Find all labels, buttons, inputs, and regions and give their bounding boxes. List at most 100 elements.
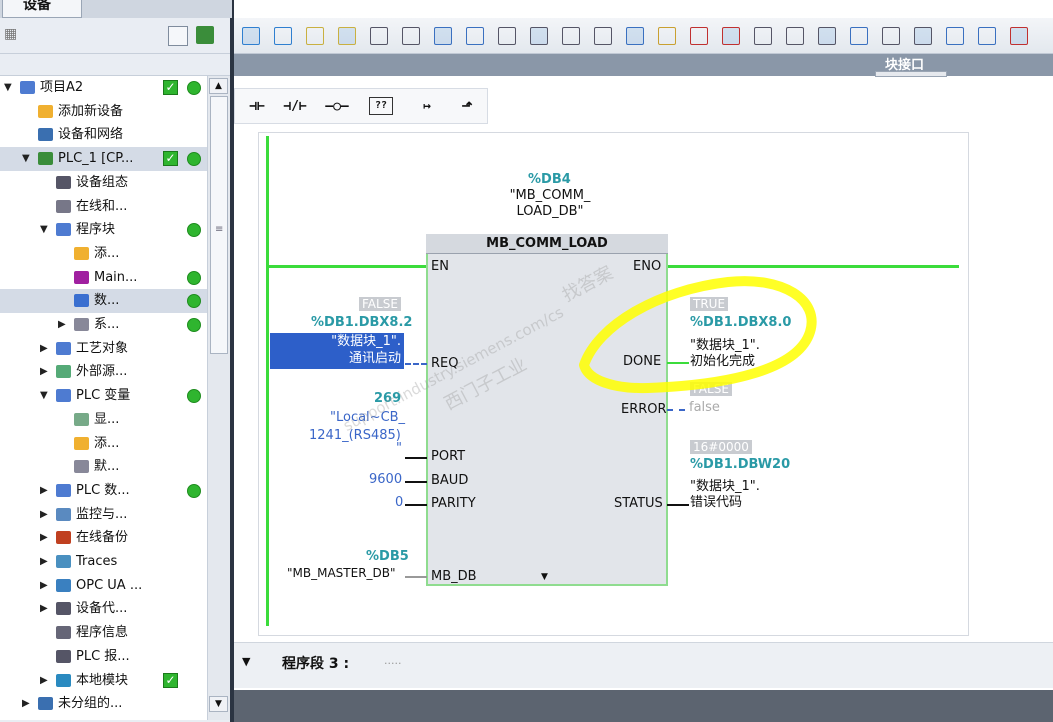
collapse-arrow-icon[interactable]: ▼ [22,147,30,170]
expand-arrow-icon[interactable]: ▶ [40,597,48,620]
tree-item[interactable]: 数... [0,289,207,313]
expand-arrow-icon[interactable]: ▶ [40,669,48,692]
tree-item[interactable]: ▶ 本地模块 ✓ [0,669,207,693]
tree-item[interactable]: 添加新设备 [0,100,207,124]
tree-item[interactable]: ▶ PLC 数... [0,479,207,503]
indent-icon[interactable] [850,27,868,45]
no-contact-icon[interactable]: ⊣⊢ [241,97,273,117]
tree-item[interactable]: 添... [0,242,207,266]
tree-item[interactable]: ▶ 外部源... [0,360,207,384]
paste-icon[interactable] [786,27,804,45]
show-favorites-icon[interactable] [466,27,484,45]
tree-item[interactable]: ▼ PLC_1 [CP... ✓ [0,147,207,171]
expand-block-icon[interactable]: ▼ [541,572,548,582]
expand-arrow-icon[interactable]: ▶ [22,692,30,715]
tree-item[interactable]: 添... [0,432,207,456]
tree-item[interactable]: 设备和网络 [0,123,207,147]
baud-value[interactable]: 9600 [369,472,402,487]
stop-icon[interactable] [1010,27,1028,45]
network-comments-icon[interactable] [626,27,644,45]
tree-item[interactable]: ▶ 工艺对象 [0,337,207,361]
req-operand-selected[interactable]: "数据块_1". 通讯启动 [270,333,404,369]
tree-item[interactable]: 默... [0,455,207,479]
status-address[interactable]: %DB1.DBW20 [690,457,790,472]
outdent-icon[interactable] [882,27,900,45]
scroll-down-button[interactable]: ▼ [209,696,228,712]
block-title[interactable]: MB_COMM_LOAD [426,234,668,254]
network-3-header[interactable]: ▼ 程序段 3 : ..... [234,642,1053,688]
expand-arrow-icon[interactable]: ▶ [40,337,48,360]
tree-item[interactable]: Main... [0,266,207,290]
view-icon[interactable]: ▦ [4,26,17,42]
error-value[interactable]: false [689,400,720,415]
collapse-icon[interactable]: ▼ [242,655,250,668]
tree-item[interactable]: 设备组态 [0,171,207,195]
open-branch-icon[interactable]: ↦ [411,97,443,117]
collapse-arrow-icon[interactable]: ▼ [4,76,12,99]
previous-icon[interactable] [946,27,964,45]
tree-item[interactable]: 显... [0,408,207,432]
collapse-arrow-icon[interactable]: ▼ [40,384,48,407]
parity-value[interactable]: 0 [395,495,403,510]
empty-box-icon[interactable]: ?? [369,97,393,115]
tree-item[interactable]: ▶ 监控与... [0,503,207,527]
network-3-comment[interactable]: ..... [384,654,401,667]
decrease-icon[interactable] [914,27,932,45]
next-icon[interactable] [978,27,996,45]
tag-info-icon[interactable] [594,27,612,45]
expand-arrow-icon[interactable]: ▶ [40,503,48,526]
tree-item-label: 未分组的... [58,696,123,712]
mb-db-address[interactable]: %DB5 [366,549,409,564]
status-strip [234,690,1053,722]
tree-item[interactable]: ▼ 项目A2 ✓ [0,76,207,100]
scroll-up-button[interactable]: ▲ [209,78,228,94]
tree-item[interactable]: 在线和... [0,195,207,219]
favorites-icon[interactable] [370,27,388,45]
status-name-line2[interactable]: 错误代码 [690,491,742,510]
req-address[interactable]: %DB1.DBX8.2 [311,315,412,330]
expand-arrow-icon[interactable]: ▶ [40,360,48,383]
expand-arrow-icon[interactable]: ▶ [40,479,48,502]
compare-icon[interactable] [818,27,836,45]
tree-item[interactable]: ▶ 系... [0,313,207,337]
copy-icon[interactable] [754,27,772,45]
go-to-error-icon[interactable] [690,27,708,45]
tree-item[interactable]: ▶ 在线备份 [0,526,207,550]
devices-tab[interactable]: 设备 [2,0,82,18]
clear-errors-icon[interactable] [722,27,740,45]
comments-icon[interactable] [498,27,516,45]
show-tags-info-icon[interactable] [562,27,580,45]
tree-item[interactable]: PLC 报... [0,645,207,669]
insert-row-icon[interactable] [306,27,324,45]
expand-arrow-icon[interactable]: ▶ [40,550,48,573]
insert-network-icon[interactable] [242,27,260,45]
coil-icon[interactable]: –○– [321,97,353,117]
tree-item[interactable]: ▶ Traces [0,550,207,574]
mb-db-name[interactable]: "MB_MASTER_DB" [287,566,396,580]
absolute-operands-icon[interactable] [530,27,548,45]
nc-contact-icon[interactable]: ⊣/⊢ [279,97,311,117]
monitor-icon[interactable] [658,27,676,45]
tree-item[interactable]: ▼ PLC 变量 [0,384,207,408]
instance-db-address[interactable]: %DB4 [528,172,571,187]
tree-item[interactable]: ▶ OPC UA ... [0,574,207,598]
expand-all-icon[interactable] [402,27,420,45]
expand-arrow-icon[interactable]: ▶ [40,574,48,597]
tree-item[interactable]: 程序信息 [0,621,207,645]
collapse-arrow-icon[interactable]: ▼ [40,218,48,241]
expand-arrow-icon[interactable]: ▶ [40,526,48,549]
tree-scrollbar[interactable]: ▲ ≡ ▼ [207,76,230,720]
block-interface-splitter[interactable] [875,71,947,77]
export-icon[interactable] [196,26,214,44]
tree-item[interactable]: ▶ 未分组的... [0,692,207,716]
close-branch-icon[interactable]: ⬏ [451,97,483,117]
add-row-icon[interactable] [338,27,356,45]
collapse-all-icon[interactable] [434,27,452,45]
port-name-line3[interactable]: " [396,441,402,456]
overview-icon[interactable] [168,26,188,46]
tree-item[interactable]: ▼ 程序块 [0,218,207,242]
delete-network-icon[interactable] [274,27,292,45]
expand-arrow-icon[interactable]: ▶ [58,313,66,336]
instance-db-name[interactable]: "MB_COMM_ LOAD_DB" [490,188,610,220]
tree-item[interactable]: ▶ 设备代... [0,597,207,621]
